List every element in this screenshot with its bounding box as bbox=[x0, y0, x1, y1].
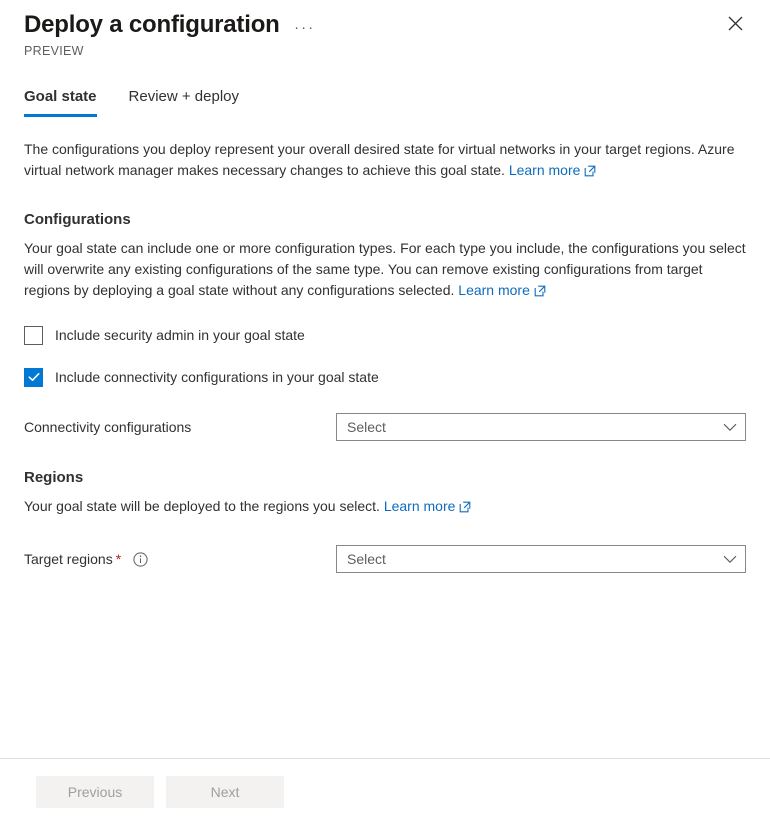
checkbox-include-connectivity-configurations[interactable]: Include connectivity configurations in y… bbox=[24, 367, 746, 387]
blade-header: Deploy a configuration ··· PREVIEW bbox=[0, 0, 770, 59]
checkmark-icon bbox=[27, 370, 41, 384]
blade-content: The configurations you deploy represent … bbox=[0, 139, 770, 573]
tab-review-deploy[interactable]: Review + deploy bbox=[129, 83, 239, 117]
chevron-down-icon bbox=[723, 423, 737, 432]
select-value: Select bbox=[347, 551, 386, 567]
checkbox-label: Include security admin in your goal stat… bbox=[55, 327, 305, 343]
target-regions-select[interactable]: Select bbox=[336, 545, 746, 573]
title-row: Deploy a configuration ··· bbox=[24, 10, 746, 40]
regions-learn-more-link[interactable]: Learn more bbox=[384, 498, 472, 514]
info-circle-icon[interactable] bbox=[133, 551, 148, 567]
regions-text: Your goal state will be deployed to the … bbox=[24, 498, 384, 514]
intro-learn-more-link[interactable]: Learn more bbox=[509, 162, 597, 178]
checkbox-include-security-admin[interactable]: Include security admin in your goal stat… bbox=[24, 325, 746, 345]
chevron-down-icon bbox=[723, 555, 737, 564]
tab-list: Goal state Review + deploy bbox=[0, 83, 770, 117]
field-label: Connectivity configurations bbox=[24, 417, 336, 437]
close-icon bbox=[728, 16, 743, 31]
required-asterisk: * bbox=[115, 551, 122, 567]
regions-heading: Regions bbox=[24, 469, 84, 486]
external-link-icon bbox=[584, 162, 596, 183]
configurations-heading: Configurations bbox=[24, 211, 131, 228]
checkbox-box-checked bbox=[24, 367, 43, 387]
previous-button[interactable]: Previous bbox=[36, 776, 154, 808]
connectivity-configurations-select[interactable]: Select bbox=[336, 413, 746, 441]
select-value: Select bbox=[347, 419, 386, 435]
checkbox-box-unchecked bbox=[24, 325, 43, 345]
connectivity-configurations-label: Connectivity configurations bbox=[24, 419, 192, 435]
preview-badge: PREVIEW bbox=[24, 44, 84, 58]
checkbox-label: Include connectivity configurations in y… bbox=[55, 369, 379, 385]
intro-paragraph: The configurations you deploy represent … bbox=[24, 139, 746, 183]
field-connectivity-configurations: Connectivity configurations Select bbox=[24, 413, 746, 441]
configurations-learn-more-label: Learn more bbox=[458, 282, 530, 298]
target-regions-label: Target regions bbox=[24, 551, 113, 567]
next-button[interactable]: Next bbox=[166, 776, 284, 808]
regions-learn-more-label: Learn more bbox=[383, 498, 456, 514]
configurations-paragraph: Your goal state can include one or more … bbox=[24, 238, 746, 303]
close-button[interactable] bbox=[720, 8, 750, 38]
page-title: Deploy a configuration bbox=[24, 11, 280, 38]
more-horizontal-icon[interactable]: ··· bbox=[294, 19, 316, 37]
regions-paragraph: Your goal state will be deployed to the … bbox=[24, 496, 746, 519]
field-target-regions: Target regions * Select bbox=[24, 545, 746, 573]
intro-learn-more-label: Learn more bbox=[508, 162, 581, 178]
external-link-icon bbox=[459, 498, 471, 519]
field-label: Target regions * bbox=[24, 549, 336, 569]
external-link-icon bbox=[534, 282, 546, 303]
intro-text: The configurations you deploy represent … bbox=[24, 141, 735, 178]
tab-goal-state[interactable]: Goal state bbox=[24, 83, 97, 117]
blade-footer: Previous Next bbox=[0, 758, 770, 825]
configurations-learn-more-link[interactable]: Learn more bbox=[458, 282, 546, 298]
configurations-text: Your goal state can include one or more … bbox=[24, 240, 746, 298]
